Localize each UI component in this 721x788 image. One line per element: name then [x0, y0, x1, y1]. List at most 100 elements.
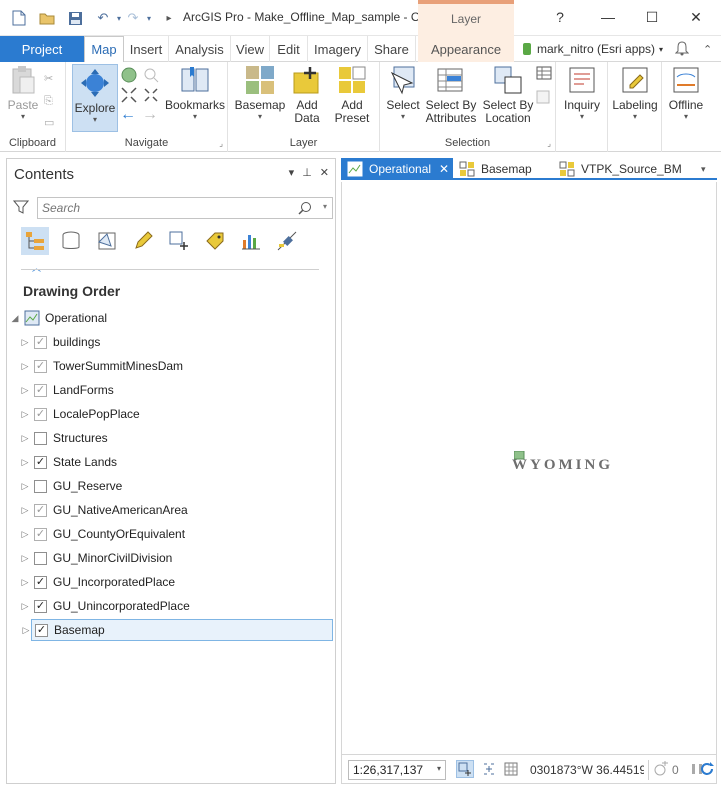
expand-icon[interactable]: ▷ [21, 529, 29, 540]
layer-visibility-checkbox[interactable]: ✓ [35, 623, 48, 637]
expand-icon[interactable]: ▷ [21, 577, 29, 588]
tab-appearance[interactable]: Appearance [418, 36, 514, 62]
tab-imagery[interactable]: Imagery [308, 36, 368, 62]
layer-row[interactable]: ▷ ✓ buildings [7, 331, 335, 353]
snapping-icon[interactable] [456, 760, 474, 778]
cut-copy-icons[interactable]: ✂ ⎘ ▭ [44, 68, 54, 134]
layer-row[interactable]: ▷ GU_Reserve [7, 475, 335, 497]
offline-button[interactable]: Offline ▾ [664, 64, 708, 122]
layer-row[interactable]: ▷ ✓ Basemap [23, 619, 333, 641]
expand-icon[interactable]: ▷ [21, 601, 29, 612]
help-button[interactable]: ? [548, 6, 572, 28]
list-by-snapping-icon[interactable] [165, 227, 193, 255]
layer-visibility-checkbox[interactable]: ✓ [34, 407, 47, 421]
add-data-button[interactable]: Add Data [286, 64, 328, 125]
zoom-to-selection-icon[interactable] [142, 66, 162, 86]
expand-icon[interactable]: ▷ [21, 361, 29, 372]
ribbon-collapse-icon[interactable]: ⌃ [703, 43, 712, 56]
layer-row[interactable]: ▷ ✓ GU_NativeAmericanArea [7, 499, 335, 521]
list-by-editing-icon[interactable] [129, 227, 157, 255]
tab-analysis[interactable]: Analysis [169, 36, 231, 62]
layer-visibility-checkbox[interactable]: ✓ [34, 383, 47, 397]
expand-icon[interactable]: ▷ [21, 337, 29, 348]
expand-icon[interactable]: ▷ [21, 457, 29, 468]
tab-view[interactable]: View [231, 36, 270, 62]
open-folder-icon[interactable] [38, 9, 56, 27]
expand-icon[interactable]: ▷ [21, 481, 29, 492]
tab-edit[interactable]: Edit [270, 36, 308, 62]
tab-overflow-icon[interactable]: ▾ [697, 158, 715, 180]
fixed-zoom-out-icon[interactable] [142, 86, 162, 106]
inquiry-button[interactable]: Inquiry ▾ [560, 64, 604, 122]
layer-visibility-checkbox[interactable]: ✓ [34, 527, 47, 541]
notifications-icon[interactable] [674, 40, 690, 59]
layer-visibility-checkbox[interactable]: ✓ [34, 455, 47, 469]
list-by-drawing-order-icon[interactable] [21, 227, 49, 255]
layer-row[interactable]: ▷ ✓ GU_UnincorporatedPlace [7, 595, 335, 617]
select-by-attributes-button[interactable]: Select By Attributes [422, 64, 480, 125]
tab-project[interactable]: Project [0, 36, 84, 62]
search-input[interactable] [42, 200, 292, 216]
maximize-button[interactable]: ☐ [640, 6, 664, 28]
layer-row[interactable]: ▷ ✓ TowerSummitMinesDam [7, 355, 335, 377]
selected-features-icon[interactable] [652, 760, 670, 778]
basemap-button[interactable]: Basemap ▾ [235, 64, 285, 122]
layer-visibility-checkbox[interactable]: ✓ [34, 359, 47, 373]
layer-visibility-checkbox[interactable]: ✓ [34, 335, 47, 349]
pin-icon[interactable]: ⊥ [302, 166, 312, 179]
explore-button[interactable]: Explore ▾ [72, 64, 118, 132]
layer-visibility-checkbox[interactable]: ✓ [34, 575, 47, 589]
tab-operational[interactable]: Operational ✕ [341, 158, 453, 180]
list-by-perspective-imagery-icon[interactable] [273, 227, 301, 255]
next-extent-icon[interactable]: → [142, 107, 162, 124]
layer-row[interactable]: ▷ ✓ GU_CountyOrEquivalent [7, 523, 335, 545]
list-by-labeling-icon[interactable] [201, 227, 229, 255]
filter-icon[interactable] [12, 199, 31, 217]
expand-icon[interactable]: ▷ [22, 625, 30, 636]
search-icon[interactable] [298, 201, 312, 218]
quick-access-overflow-icon[interactable]: ▸ [160, 9, 178, 27]
search-options-icon[interactable]: ▾ [323, 202, 327, 211]
layer-row[interactable]: ▷ Structures [7, 427, 335, 449]
close-pane-icon[interactable]: ✕ [320, 166, 329, 179]
tab-vtpk-source-bm[interactable]: VTPK_Source_BM [555, 158, 695, 180]
expand-icon[interactable]: ▷ [21, 409, 29, 420]
layer-visibility-checkbox[interactable] [34, 431, 47, 445]
save-icon[interactable] [66, 9, 84, 27]
previous-extent-icon[interactable]: ← [120, 107, 140, 124]
grid-snap-icon[interactable] [480, 760, 498, 778]
close-tab-icon[interactable]: ✕ [439, 162, 449, 176]
selection-dialog-launcher[interactable]: ⌟ [547, 139, 551, 148]
tab-share[interactable]: Share [368, 36, 416, 62]
layer-row[interactable]: ▷ ✓ GU_IncorporatedPlace [7, 571, 335, 593]
search-box[interactable]: ▾ [37, 197, 333, 219]
select-by-location-button[interactable]: Select By Location [480, 64, 536, 125]
close-button[interactable]: ✕ [684, 6, 708, 28]
tree-row-operational[interactable]: ◢ Operational [7, 307, 335, 329]
select-button[interactable]: Select ▾ [384, 64, 422, 122]
expand-icon[interactable]: ▷ [21, 553, 29, 564]
tab-map[interactable]: Map [84, 36, 124, 63]
labeling-button[interactable]: Labeling ▾ [610, 64, 660, 122]
fixed-zoom-in-icon[interactable] [120, 86, 140, 106]
layer-visibility-checkbox[interactable]: ✓ [34, 599, 47, 613]
pane-menu-icon[interactable]: ▾ [289, 166, 295, 179]
customize-toolbar-icon[interactable]: ▾ [140, 9, 158, 27]
grid-icon[interactable] [502, 760, 520, 778]
expand-icon[interactable]: ▷ [21, 505, 29, 516]
minimize-button[interactable]: — [596, 6, 620, 28]
refresh-icon[interactable] [698, 760, 716, 778]
list-by-data-source-icon[interactable] [57, 227, 85, 255]
clear-selection-icon[interactable] [536, 90, 554, 106]
layer-visibility-checkbox[interactable]: ✓ [34, 503, 47, 517]
collapse-icon[interactable]: ◢ [11, 313, 19, 324]
expand-icon[interactable]: ▷ [21, 433, 29, 444]
layer-visibility-checkbox[interactable] [34, 479, 47, 493]
user-account[interactable]: mark_nitro (Esri apps) ▾ ⌃ [522, 36, 712, 62]
scale-selector[interactable]: 1:26,317,137 ▾ [348, 760, 446, 780]
map-canvas[interactable]: WYOMING [341, 182, 717, 754]
layer-row[interactable]: ▷ GU_MinorCivilDivision [7, 547, 335, 569]
add-preset-button[interactable]: Add Preset [328, 64, 376, 125]
list-by-charts-icon[interactable] [237, 227, 265, 255]
list-by-selection-icon[interactable] [93, 227, 121, 255]
